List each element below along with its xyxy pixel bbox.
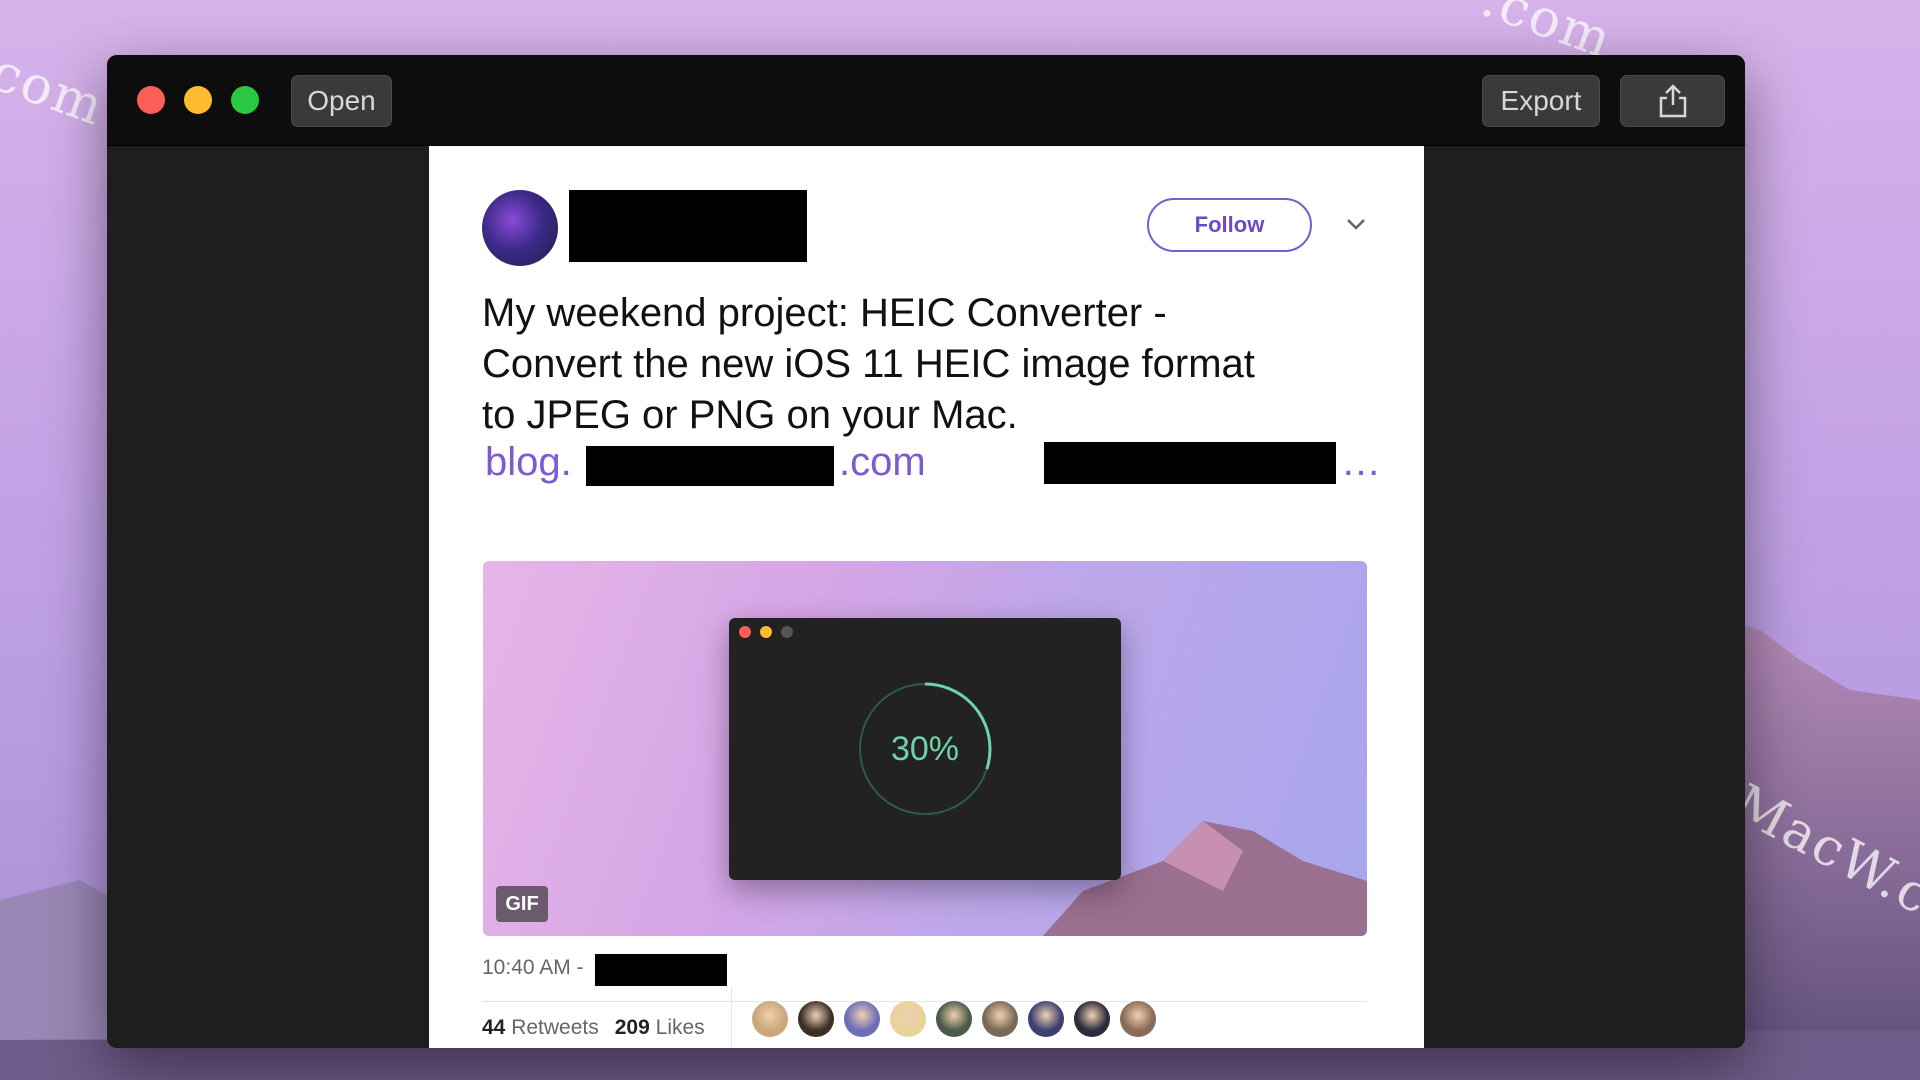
retweets-label: Retweets (511, 1016, 599, 1039)
follow-button[interactable]: Follow (1147, 198, 1312, 252)
title-bar: Open Export (107, 55, 1745, 146)
minimize-button[interactable] (184, 86, 212, 114)
liker-avatar[interactable] (936, 1001, 972, 1037)
close-button[interactable] (137, 86, 165, 114)
likes-stat[interactable]: 209 Likes (615, 1016, 705, 1040)
tweet-card: Follow My weekend project: HEIC Converte… (429, 146, 1424, 1048)
liker-avatar[interactable] (752, 1001, 788, 1037)
tweet-text-line: Convert the new iOS 11 HEIC image format (482, 342, 1255, 386)
liker-avatar[interactable] (844, 1001, 880, 1037)
link-prefix: blog. (485, 440, 572, 484)
likes-label: Likes (655, 1016, 705, 1039)
redacted-username (569, 190, 807, 262)
tweet-stats: 44 Retweets 209 Likes (482, 1016, 705, 1040)
liker-avatar[interactable] (1120, 1001, 1156, 1037)
redacted-date (595, 954, 727, 986)
progress-label: 30% (890, 729, 960, 768)
likes-count: 209 (614, 1016, 650, 1039)
share-button[interactable] (1620, 75, 1725, 127)
timestamp[interactable]: 10:40 AM - (482, 956, 584, 980)
retweets-stat[interactable]: 44 Retweets (482, 1016, 599, 1040)
liker-avatars (752, 1001, 1156, 1037)
link-mid[interactable]: .com (839, 440, 926, 485)
export-button[interactable]: Export (1482, 75, 1600, 127)
app-window: Open Export Follow My weekend project: H… (107, 55, 1745, 1048)
converter-window-preview: 30% (729, 618, 1121, 880)
liker-avatar[interactable] (982, 1001, 1018, 1037)
share-icon (1659, 84, 1686, 118)
tweet-media[interactable]: 30% GIF (483, 561, 1367, 936)
stats-separator (731, 986, 732, 1048)
liker-avatar[interactable] (1074, 1001, 1110, 1037)
tweet-text-line: to JPEG or PNG on your Mac. (482, 393, 1018, 437)
avatar[interactable] (482, 190, 558, 266)
link-ellipsis: … (1341, 440, 1381, 484)
retweets-count: 44 (482, 1016, 506, 1039)
redacted-link (1044, 442, 1336, 484)
open-button[interactable]: Open (291, 75, 392, 127)
redacted-link (586, 446, 834, 486)
gif-badge: GIF (496, 886, 548, 922)
tweet-text: My weekend project: HEIC Converter - Con… (482, 288, 1382, 441)
chevron-down-icon[interactable] (1344, 212, 1368, 236)
zoom-button[interactable] (231, 86, 259, 114)
liker-avatar[interactable] (890, 1001, 926, 1037)
liker-avatar[interactable] (1028, 1001, 1064, 1037)
tweet-text-line: My weekend project: HEIC Converter - (482, 291, 1167, 335)
tweet-link[interactable]: blog. (485, 440, 572, 485)
liker-avatar[interactable] (798, 1001, 834, 1037)
